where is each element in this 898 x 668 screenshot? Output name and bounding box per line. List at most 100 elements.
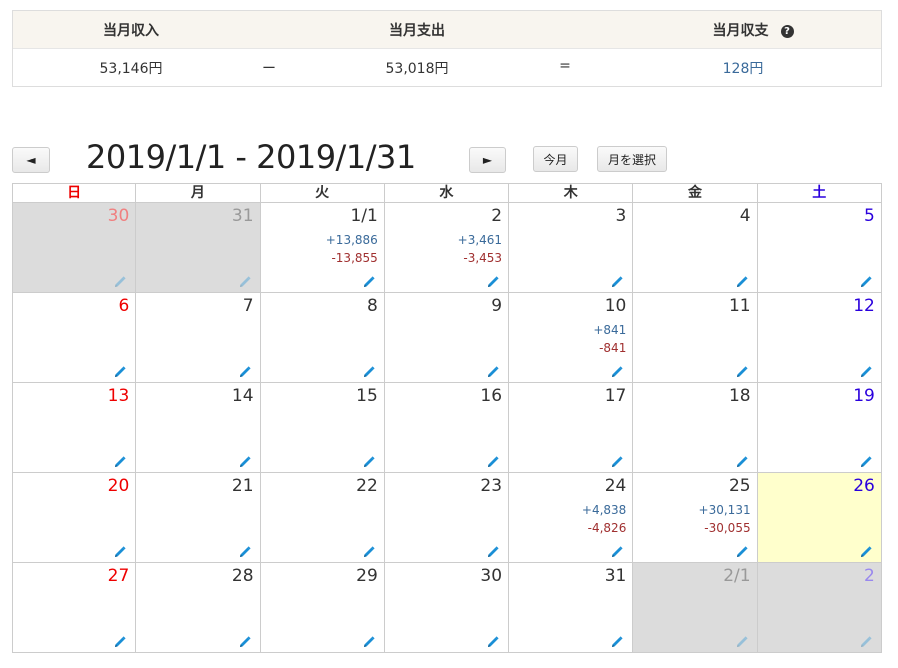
pencil-icon[interactable] — [114, 543, 126, 557]
day-number: 12 — [853, 296, 875, 316]
prev-month-button[interactable]: ◄ — [12, 147, 50, 173]
day-number: 27 — [107, 566, 130, 586]
pencil-icon[interactable] — [736, 453, 748, 467]
pencil-icon[interactable] — [487, 633, 499, 647]
calendar-day[interactable]: 27 — [12, 563, 137, 653]
pencil-icon[interactable] — [114, 633, 126, 647]
day-income: +30,131 — [698, 503, 751, 517]
weekday-thu: 木 — [509, 183, 634, 203]
pencil-icon[interactable] — [363, 633, 375, 647]
calendar-day[interactable]: 19 — [757, 383, 882, 473]
calendar-day[interactable]: 22 — [260, 473, 385, 563]
pencil-icon[interactable] — [611, 453, 623, 467]
calendar-day[interactable]: 10 +841 -841 — [509, 293, 634, 383]
calendar-day[interactable]: 31 — [136, 203, 261, 293]
pencil-icon[interactable] — [114, 363, 126, 377]
pencil-icon[interactable] — [487, 363, 499, 377]
pencil-icon[interactable] — [860, 273, 872, 287]
calendar-day[interactable]: 1/1 +13,886 -13,855 — [260, 203, 385, 293]
day-number: 18 — [728, 386, 751, 406]
calendar-day[interactable]: 15 — [260, 383, 385, 473]
calendar-day[interactable]: 11 — [633, 293, 758, 383]
calendar-day[interactable]: 2 +3,461 -3,453 — [384, 203, 510, 293]
calendar-day[interactable]: 30 — [12, 203, 137, 293]
calendar-day[interactable]: 7 — [136, 293, 261, 383]
pencil-icon[interactable] — [487, 273, 499, 287]
pencil-icon[interactable] — [860, 633, 872, 647]
day-number: 30 — [107, 206, 130, 226]
weekday-wed: 水 — [384, 183, 510, 203]
pencil-icon[interactable] — [114, 453, 126, 467]
pencil-icon[interactable] — [487, 453, 499, 467]
day-number: 26 — [853, 476, 875, 496]
calendar-day[interactable]: 23 — [384, 473, 510, 563]
calendar-day[interactable]: 9 — [384, 293, 510, 383]
summary-values-row: 53,146円 ー 53,018円 = 128円 — [13, 48, 881, 87]
calendar-day[interactable]: 5 — [757, 203, 882, 293]
pencil-icon[interactable] — [611, 273, 623, 287]
pencil-icon[interactable] — [860, 543, 872, 557]
pencil-icon[interactable] — [363, 453, 375, 467]
calendar-day[interactable]: 6 — [12, 293, 137, 383]
pencil-icon[interactable] — [611, 633, 623, 647]
day-income: +3,461 — [457, 233, 503, 247]
calendar-day[interactable]: 29 — [260, 563, 385, 653]
calendar-day[interactable]: 8 — [260, 293, 385, 383]
day-number: 16 — [480, 386, 503, 406]
pencil-icon[interactable] — [239, 543, 251, 557]
monthly-summary: 当月収入 当月支出 当月収支? 53,146円 ー 53,018円 = 128円 — [12, 10, 882, 87]
day-expense: -841 — [599, 341, 627, 355]
day-expense: -13,855 — [331, 251, 378, 265]
calendar-day[interactable]: 2 — [757, 563, 882, 653]
day-number: 28 — [231, 566, 254, 586]
calendar-day[interactable]: 3 — [509, 203, 634, 293]
pencil-icon[interactable] — [239, 273, 251, 287]
calendar-day[interactable]: 31 — [509, 563, 634, 653]
pencil-icon[interactable] — [239, 633, 251, 647]
calendar-day[interactable]: 17 — [509, 383, 634, 473]
next-month-button[interactable]: ► — [469, 147, 506, 173]
calendar-day[interactable]: 20 — [12, 473, 137, 563]
calendar-week: 27 28 29 30 31 2/1 2 — [12, 563, 882, 653]
pencil-icon[interactable] — [363, 273, 375, 287]
pencil-icon[interactable] — [611, 543, 623, 557]
calendar-day[interactable]: 28 — [136, 563, 261, 653]
help-icon[interactable]: ? — [780, 24, 794, 38]
pencil-icon[interactable] — [363, 543, 375, 557]
calendar-day[interactable]: 12 — [757, 293, 882, 383]
pencil-icon[interactable] — [611, 363, 623, 377]
pencil-icon[interactable] — [736, 363, 748, 377]
calendar-day[interactable]: 21 — [136, 473, 261, 563]
day-income: +841 — [593, 323, 627, 337]
calendar-day[interactable]: 16 — [384, 383, 510, 473]
day-number: 11 — [728, 296, 751, 316]
day-expense: -30,055 — [704, 521, 751, 535]
choose-month-button[interactable]: 月を選択 — [597, 146, 667, 172]
summary-header-row: 当月収入 当月支出 当月収支? — [13, 11, 881, 48]
pencil-icon[interactable] — [363, 363, 375, 377]
calendar-day[interactable]: 4 — [633, 203, 758, 293]
calendar-day[interactable]: 2/1 — [633, 563, 758, 653]
day-number: 22 — [356, 476, 378, 496]
calendar-day[interactable]: 30 — [384, 563, 510, 653]
day-income: +4,838 — [581, 503, 627, 517]
day-number: 30 — [480, 566, 503, 586]
pencil-icon[interactable] — [239, 363, 251, 377]
calendar-day[interactable]: 14 — [136, 383, 261, 473]
calendar-day[interactable]: 25 +30,131 -30,055 — [633, 473, 758, 563]
pencil-icon[interactable] — [736, 543, 748, 557]
calendar-day[interactable]: 13 — [12, 383, 137, 473]
pencil-icon[interactable] — [114, 273, 126, 287]
calendar-day[interactable]: 24 +4,838 -4,826 — [509, 473, 634, 563]
pencil-icon[interactable] — [736, 273, 748, 287]
calendar-day[interactable]: 26 — [757, 473, 882, 563]
calendar-day[interactable]: 18 — [633, 383, 758, 473]
pencil-icon[interactable] — [736, 633, 748, 647]
this-month-button[interactable]: 今月 — [533, 146, 578, 172]
day-number: 17 — [604, 386, 627, 406]
pencil-icon[interactable] — [860, 453, 872, 467]
pencil-icon[interactable] — [487, 543, 499, 557]
pencil-icon[interactable] — [860, 363, 872, 377]
pencil-icon[interactable] — [239, 453, 251, 467]
weekday-header: 日月火水木金土 — [12, 183, 882, 203]
